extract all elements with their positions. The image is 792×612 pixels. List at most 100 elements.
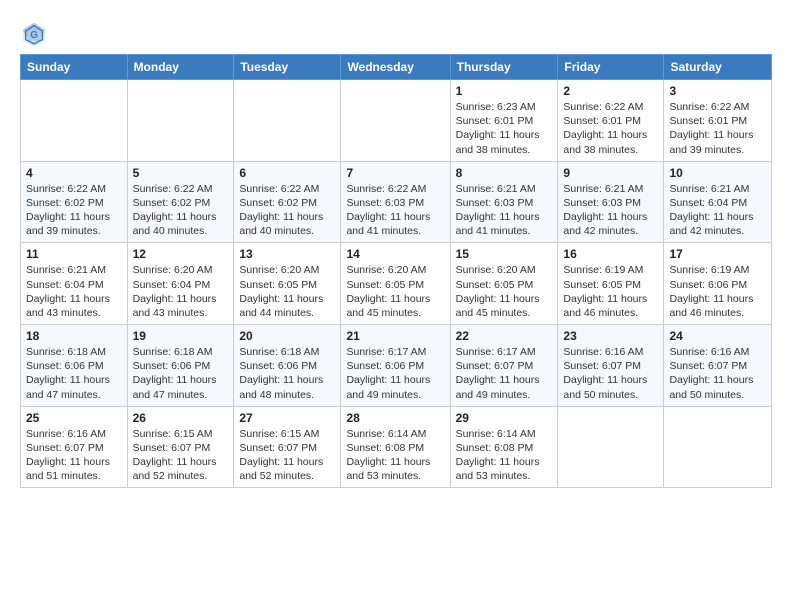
day-info: Sunrise: 6:16 AM Sunset: 6:07 PM Dayligh… (669, 345, 766, 402)
day-info: Sunrise: 6:21 AM Sunset: 6:04 PM Dayligh… (669, 182, 766, 239)
day-number: 25 (26, 411, 122, 425)
calendar-cell (21, 80, 128, 162)
day-number: 5 (133, 166, 229, 180)
day-number: 3 (669, 84, 766, 98)
logo-icon: G (20, 20, 48, 48)
page: G SundayMondayTuesdayWednesdayThursdayFr… (0, 0, 792, 498)
day-number: 19 (133, 329, 229, 343)
day-number: 2 (563, 84, 658, 98)
calendar-cell: 6 Sunrise: 6:22 AM Sunset: 6:02 PM Daylig… (234, 161, 341, 243)
day-number: 8 (456, 166, 553, 180)
header: G (20, 16, 772, 48)
calendar-cell (234, 80, 341, 162)
calendar-cell: 10 Sunrise: 6:21 AM Sunset: 6:04 PM Dayli… (664, 161, 772, 243)
calendar-cell: 7 Sunrise: 6:22 AM Sunset: 6:03 PM Daylig… (341, 161, 450, 243)
day-number: 17 (669, 247, 766, 261)
day-info: Sunrise: 6:15 AM Sunset: 6:07 PM Dayligh… (239, 427, 335, 484)
day-number: 7 (346, 166, 444, 180)
day-info: Sunrise: 6:22 AM Sunset: 6:02 PM Dayligh… (239, 182, 335, 239)
day-info: Sunrise: 6:22 AM Sunset: 6:02 PM Dayligh… (26, 182, 122, 239)
calendar-header-row: SundayMondayTuesdayWednesdayThursdayFrid… (21, 55, 772, 80)
day-number: 28 (346, 411, 444, 425)
calendar-cell: 28 Sunrise: 6:14 AM Sunset: 6:08 PM Dayli… (341, 406, 450, 488)
calendar-cell (558, 406, 664, 488)
day-info: Sunrise: 6:20 AM Sunset: 6:04 PM Dayligh… (133, 263, 229, 320)
day-info: Sunrise: 6:17 AM Sunset: 6:06 PM Dayligh… (346, 345, 444, 402)
day-number: 24 (669, 329, 766, 343)
day-number: 15 (456, 247, 553, 261)
calendar-week-row: 25 Sunrise: 6:16 AM Sunset: 6:07 PM Dayli… (21, 406, 772, 488)
calendar-week-row: 18 Sunrise: 6:18 AM Sunset: 6:06 PM Dayli… (21, 325, 772, 407)
calendar-cell: 13 Sunrise: 6:20 AM Sunset: 6:05 PM Dayli… (234, 243, 341, 325)
calendar-cell: 18 Sunrise: 6:18 AM Sunset: 6:06 PM Dayli… (21, 325, 128, 407)
day-number: 14 (346, 247, 444, 261)
day-info: Sunrise: 6:20 AM Sunset: 6:05 PM Dayligh… (239, 263, 335, 320)
day-number: 11 (26, 247, 122, 261)
calendar-cell (664, 406, 772, 488)
svg-text:G: G (30, 30, 38, 41)
day-info: Sunrise: 6:18 AM Sunset: 6:06 PM Dayligh… (26, 345, 122, 402)
calendar-header-saturday: Saturday (664, 55, 772, 80)
day-info: Sunrise: 6:16 AM Sunset: 6:07 PM Dayligh… (563, 345, 658, 402)
day-number: 4 (26, 166, 122, 180)
calendar-week-row: 1Sunrise: 6:23 AM Sunset: 6:01 PM Daylig… (21, 80, 772, 162)
calendar-cell: 12 Sunrise: 6:20 AM Sunset: 6:04 PM Dayli… (127, 243, 234, 325)
day-info: Sunrise: 6:23 AM Sunset: 6:01 PM Dayligh… (456, 100, 553, 157)
calendar-header-monday: Monday (127, 55, 234, 80)
calendar-cell: 2 Sunrise: 6:22 AM Sunset: 6:01 PM Daylig… (558, 80, 664, 162)
calendar-cell: 17 Sunrise: 6:19 AM Sunset: 6:06 PM Dayli… (664, 243, 772, 325)
calendar-cell: 14 Sunrise: 6:20 AM Sunset: 6:05 PM Dayli… (341, 243, 450, 325)
day-number: 10 (669, 166, 766, 180)
day-number: 6 (239, 166, 335, 180)
day-info: Sunrise: 6:14 AM Sunset: 6:08 PM Dayligh… (456, 427, 553, 484)
calendar-cell: 20 Sunrise: 6:18 AM Sunset: 6:06 PM Dayli… (234, 325, 341, 407)
calendar-cell: 22Sunrise: 6:17 AM Sunset: 6:07 PM Dayli… (450, 325, 558, 407)
day-number: 12 (133, 247, 229, 261)
day-number: 23 (563, 329, 658, 343)
day-number: 13 (239, 247, 335, 261)
day-info: Sunrise: 6:20 AM Sunset: 6:05 PM Dayligh… (346, 263, 444, 320)
day-info: Sunrise: 6:19 AM Sunset: 6:06 PM Dayligh… (669, 263, 766, 320)
calendar-cell: 23 Sunrise: 6:16 AM Sunset: 6:07 PM Dayli… (558, 325, 664, 407)
calendar-cell: 5Sunrise: 6:22 AM Sunset: 6:02 PM Daylig… (127, 161, 234, 243)
calendar-cell: 24 Sunrise: 6:16 AM Sunset: 6:07 PM Dayli… (664, 325, 772, 407)
day-info: Sunrise: 6:14 AM Sunset: 6:08 PM Dayligh… (346, 427, 444, 484)
calendar-cell: 19 Sunrise: 6:18 AM Sunset: 6:06 PM Dayli… (127, 325, 234, 407)
day-number: 20 (239, 329, 335, 343)
calendar-cell: 27 Sunrise: 6:15 AM Sunset: 6:07 PM Dayli… (234, 406, 341, 488)
day-info: Sunrise: 6:18 AM Sunset: 6:06 PM Dayligh… (239, 345, 335, 402)
day-info: Sunrise: 6:16 AM Sunset: 6:07 PM Dayligh… (26, 427, 122, 484)
day-info: Sunrise: 6:20 AM Sunset: 6:05 PM Dayligh… (456, 263, 553, 320)
calendar-table: SundayMondayTuesdayWednesdayThursdayFrid… (20, 54, 772, 488)
day-number: 18 (26, 329, 122, 343)
calendar-cell: 29 Sunrise: 6:14 AM Sunset: 6:08 PM Dayli… (450, 406, 558, 488)
calendar-week-row: 4 Sunrise: 6:22 AM Sunset: 6:02 PM Daylig… (21, 161, 772, 243)
calendar-cell: 25 Sunrise: 6:16 AM Sunset: 6:07 PM Dayli… (21, 406, 128, 488)
calendar-cell: 1Sunrise: 6:23 AM Sunset: 6:01 PM Daylig… (450, 80, 558, 162)
calendar-cell (341, 80, 450, 162)
calendar-header-thursday: Thursday (450, 55, 558, 80)
day-info: Sunrise: 6:22 AM Sunset: 6:03 PM Dayligh… (346, 182, 444, 239)
day-info: Sunrise: 6:21 AM Sunset: 6:03 PM Dayligh… (563, 182, 658, 239)
day-number: 29 (456, 411, 553, 425)
calendar-cell: 26 Sunrise: 6:15 AM Sunset: 6:07 PM Dayli… (127, 406, 234, 488)
calendar-header-sunday: Sunday (21, 55, 128, 80)
day-info: Sunrise: 6:22 AM Sunset: 6:01 PM Dayligh… (563, 100, 658, 157)
calendar-cell: 11Sunrise: 6:21 AM Sunset: 6:04 PM Dayli… (21, 243, 128, 325)
calendar-header-tuesday: Tuesday (234, 55, 341, 80)
calendar-cell: 15 Sunrise: 6:20 AM Sunset: 6:05 PM Dayli… (450, 243, 558, 325)
day-info: Sunrise: 6:18 AM Sunset: 6:06 PM Dayligh… (133, 345, 229, 402)
day-number: 27 (239, 411, 335, 425)
logo: G (20, 20, 52, 48)
calendar-cell: 9Sunrise: 6:21 AM Sunset: 6:03 PM Daylig… (558, 161, 664, 243)
day-info: Sunrise: 6:19 AM Sunset: 6:05 PM Dayligh… (563, 263, 658, 320)
day-info: Sunrise: 6:22 AM Sunset: 6:01 PM Dayligh… (669, 100, 766, 157)
calendar-cell: 4 Sunrise: 6:22 AM Sunset: 6:02 PM Daylig… (21, 161, 128, 243)
calendar-header-wednesday: Wednesday (341, 55, 450, 80)
day-number: 26 (133, 411, 229, 425)
day-info: Sunrise: 6:15 AM Sunset: 6:07 PM Dayligh… (133, 427, 229, 484)
calendar-cell: 16 Sunrise: 6:19 AM Sunset: 6:05 PM Dayli… (558, 243, 664, 325)
day-number: 16 (563, 247, 658, 261)
calendar-cell (127, 80, 234, 162)
day-number: 22 (456, 329, 553, 343)
